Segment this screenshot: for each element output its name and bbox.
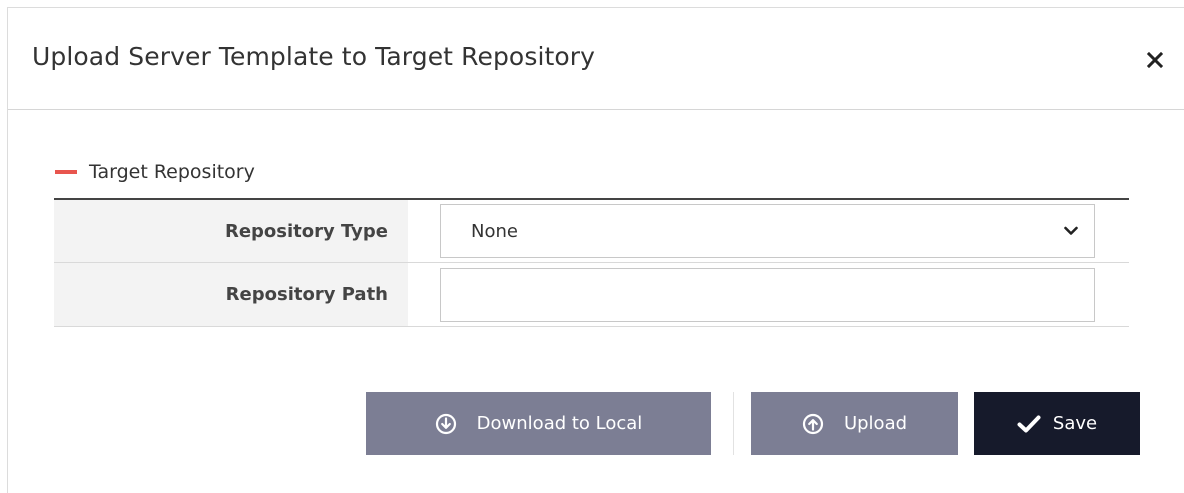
upload-button-label: Upload: [843, 413, 908, 434]
button-divider: [733, 392, 734, 455]
repository-type-cell: None: [408, 200, 1129, 262]
section-header: Target Repository: [55, 158, 255, 186]
section-title: Target Repository: [89, 161, 255, 183]
dialog-header: Upload Server Template to Target Reposit…: [8, 8, 1184, 110]
repository-type-select[interactable]: None: [440, 204, 1095, 258]
download-button-label: Download to Local: [476, 413, 643, 434]
upload-button[interactable]: Upload: [751, 392, 958, 455]
close-icon: [1147, 52, 1163, 68]
section-dash-icon: [55, 170, 77, 174]
repository-path-cell: [408, 263, 1129, 326]
chevron-down-icon: [1064, 226, 1078, 235]
repository-path-label: Repository Path: [54, 263, 408, 326]
close-button[interactable]: [1141, 46, 1169, 74]
repository-path-input[interactable]: [440, 267, 1095, 322]
arrow-up-circle-icon: [802, 413, 824, 435]
download-to-local-button[interactable]: Download to Local: [366, 392, 711, 455]
checkmark-icon: [1017, 414, 1041, 434]
save-button[interactable]: Save: [974, 392, 1140, 455]
save-button-label: Save: [1052, 413, 1098, 434]
form-row-repository-path: Repository Path: [54, 263, 1129, 327]
repository-form-table: Repository Type None Repository Path: [54, 198, 1129, 327]
repository-type-value: None: [471, 220, 518, 242]
form-row-repository-type: Repository Type None: [54, 200, 1129, 263]
repository-type-label: Repository Type: [54, 200, 408, 262]
arrow-down-circle-icon: [435, 413, 457, 435]
dialog-title: Upload Server Template to Target Reposit…: [32, 42, 596, 71]
